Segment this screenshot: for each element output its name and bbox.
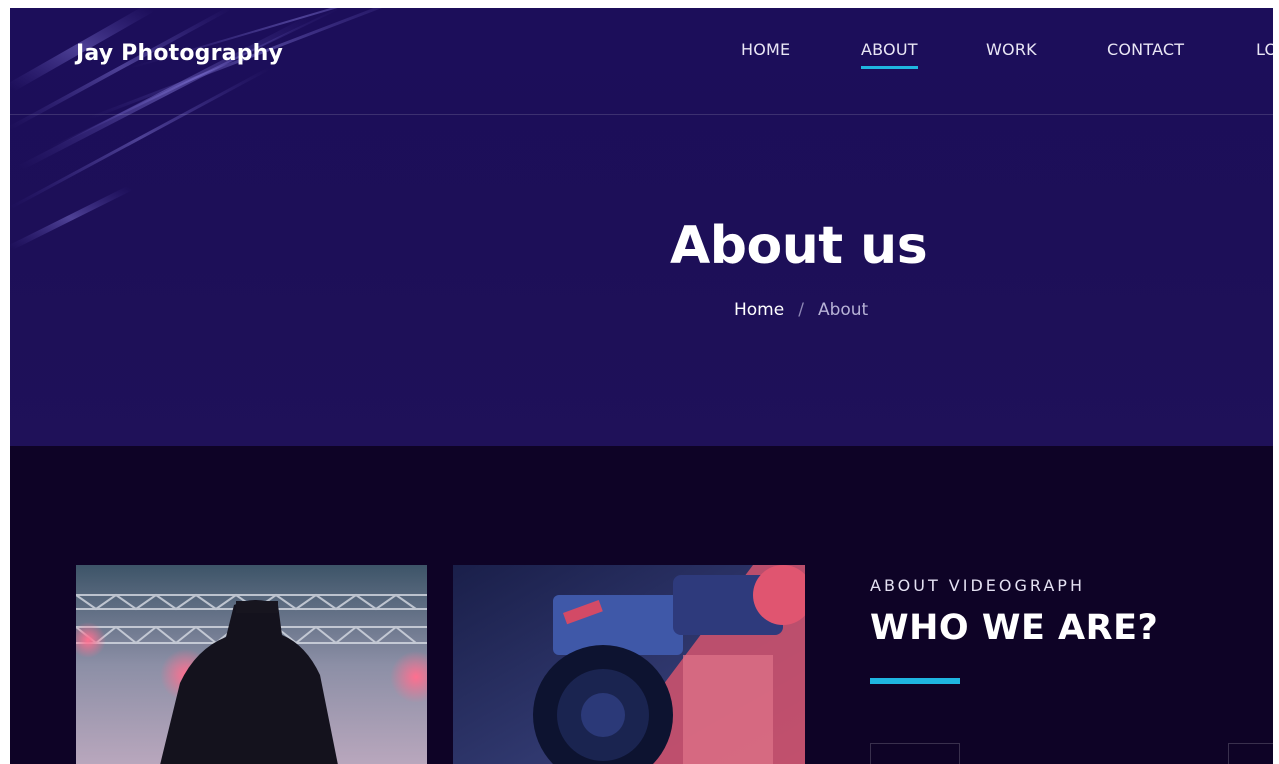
concert-photo-icon	[76, 565, 427, 764]
breadcrumb-home-link[interactable]: Home	[734, 300, 784, 320]
page-hero: Jay Photography HOME ABOUT WORK CONTACT …	[10, 8, 1273, 446]
section-title: WHO WE ARE?	[870, 608, 1159, 648]
video-camera-photo	[453, 565, 805, 764]
site-logo[interactable]: Jay Photography	[76, 41, 283, 66]
browser-viewport: Jay Photography HOME ABOUT WORK CONTACT …	[10, 8, 1273, 764]
breadcrumb: Home / About	[734, 300, 868, 320]
nav-item-about[interactable]: ABOUT	[861, 40, 918, 69]
nav-item-login[interactable]: LO	[1256, 40, 1273, 59]
feature-card	[870, 743, 960, 764]
about-section: ABOUT VIDEOGRAPH WHO WE ARE?	[10, 446, 1273, 764]
breadcrumb-separator: /	[798, 300, 804, 320]
nav-item-home[interactable]: HOME	[741, 40, 790, 59]
page-title: About us	[670, 216, 928, 276]
video-camera-photo-icon	[453, 565, 805, 764]
section-eyebrow: ABOUT VIDEOGRAPH	[870, 576, 1085, 595]
concert-silhouette-photo	[76, 565, 427, 764]
header-divider	[10, 114, 1273, 115]
feature-card	[1228, 743, 1273, 764]
breadcrumb-current: About	[817, 300, 869, 320]
title-accent-bar	[870, 678, 960, 684]
nav-item-work[interactable]: WORK	[986, 40, 1037, 59]
nav-item-contact[interactable]: CONTACT	[1107, 40, 1184, 59]
